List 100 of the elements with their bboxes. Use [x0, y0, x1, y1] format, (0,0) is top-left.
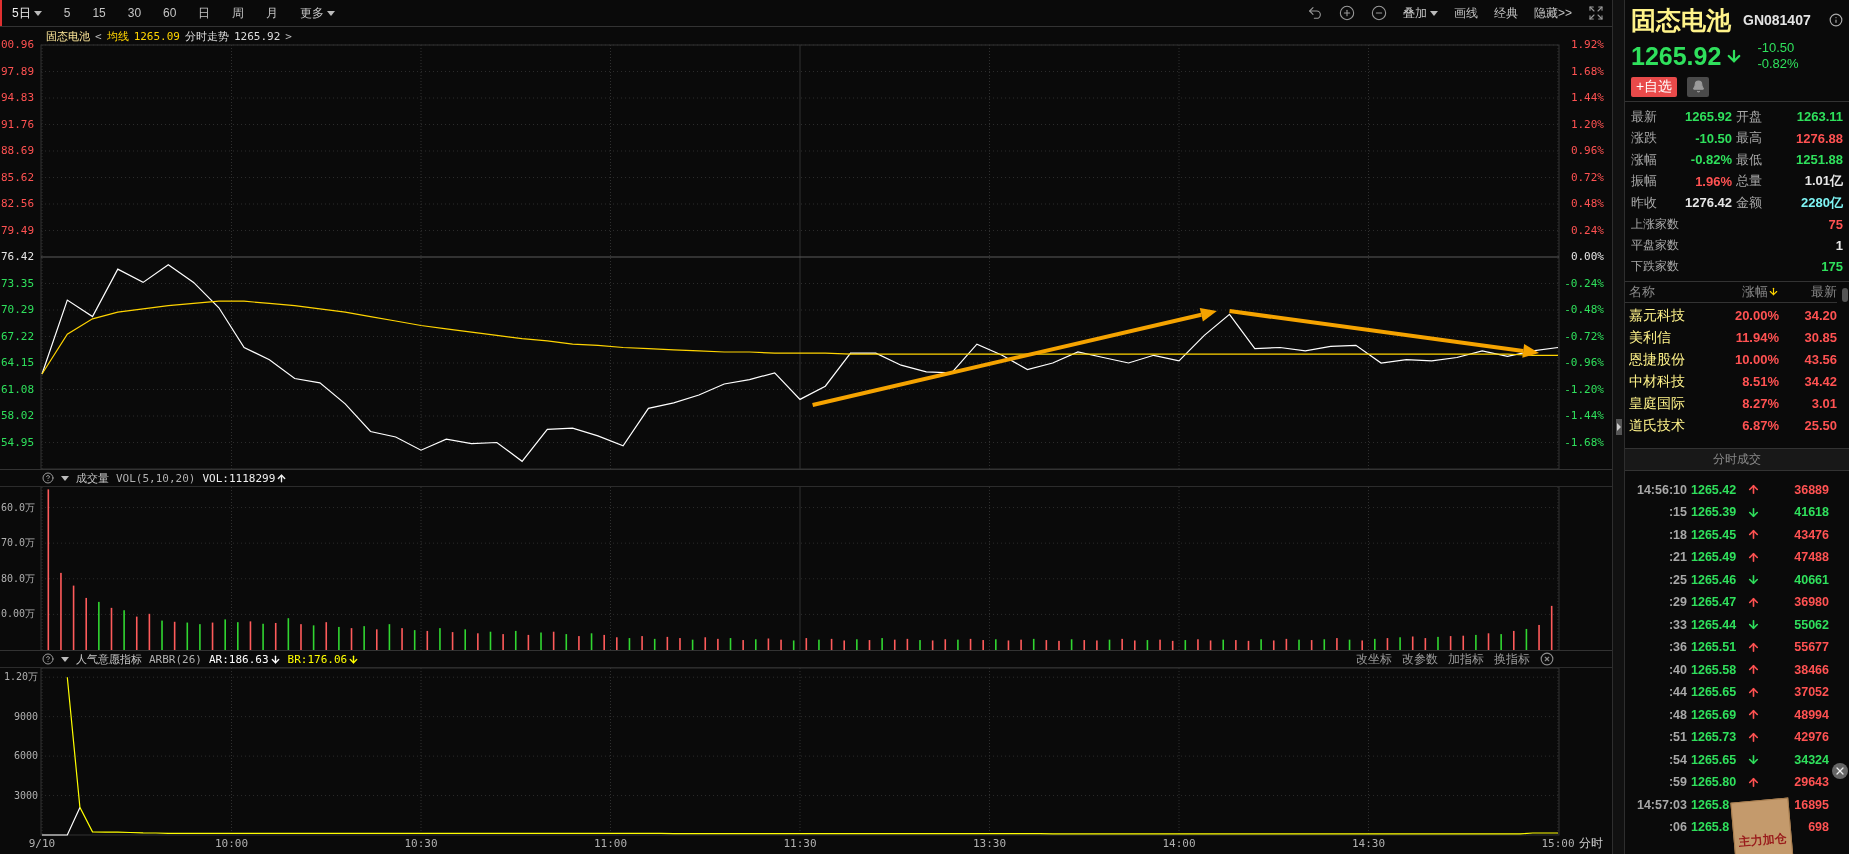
trade-price: 1265.51	[1691, 640, 1738, 655]
axis-label: 54.95	[1, 435, 35, 449]
trade-price: 1265.65	[1691, 685, 1738, 700]
table-cell-text: 30.85	[1803, 330, 1837, 345]
trade-price: 1265.73	[1691, 730, 1738, 745]
stat-label: 昨收	[1631, 193, 1658, 212]
trade-volume: 43476	[1793, 527, 1829, 542]
stat-value: 2280亿	[1800, 193, 1843, 212]
legend-label: 均线	[106, 28, 129, 44]
trade-time: :40	[1667, 662, 1688, 677]
axis-label: 1.20万	[3, 671, 38, 683]
trade-time: :44	[1667, 685, 1688, 700]
stat-label: 下跌家数	[1631, 257, 1679, 275]
time-label: 10:00	[214, 837, 249, 850]
stat-value: 1	[1835, 237, 1843, 253]
trade-volume: 34324	[1793, 752, 1829, 767]
axis-label: 1.92%	[1570, 38, 1604, 51]
trade-time: 14:56:10	[1635, 482, 1688, 497]
axis-label: 3000	[13, 789, 38, 801]
axis-label: 94.83	[1, 91, 35, 104]
indicator-params: VOL(5,10,20)	[116, 471, 196, 485]
trade-time: :18	[1667, 527, 1688, 542]
axis-label: 6000	[13, 750, 38, 762]
axis-label: 00.96	[1, 38, 35, 51]
legend-title: 固态电池	[46, 28, 90, 44]
axis-label: 91.76	[1, 117, 35, 131]
stat-label: 总量	[1736, 172, 1763, 191]
trade-volume: 36980	[1793, 595, 1829, 610]
stat-value: 1.01亿	[1803, 172, 1843, 191]
axis-label: 70.0万	[1, 537, 36, 549]
table-cell-text: 34.20	[1803, 308, 1837, 323]
trade-volume: 42976	[1793, 730, 1829, 745]
axis-label: 97.89	[1, 64, 35, 78]
stat-value: 1276.88	[1795, 130, 1843, 146]
trade-price: 1265.44	[1691, 617, 1738, 632]
stat-value: 75	[1828, 216, 1843, 232]
axis-label: 73.35	[1, 276, 35, 290]
trade-time: :29	[1667, 595, 1688, 610]
axis-label: 0.00万	[1, 608, 36, 620]
time-unit-label: 分时	[1579, 836, 1603, 850]
panel-title: 人气意愿指标	[76, 651, 142, 667]
trade-price: 1265.8	[1691, 820, 1731, 835]
indicator-reading: BR:176.06	[287, 652, 348, 666]
trade-time: :48	[1667, 707, 1688, 722]
stat-label: 最高	[1736, 129, 1763, 148]
axis-label: 0.72%	[1570, 170, 1604, 184]
axis-label: 58.02	[1, 409, 35, 422]
axis-label: -0.48%	[1564, 303, 1604, 316]
axis-label: 1.68%	[1570, 64, 1604, 78]
trade-price: 1265.45	[1691, 527, 1738, 542]
axis-label: 64.15	[1, 356, 35, 369]
table-cell-text: 10.00%	[1733, 352, 1779, 367]
trade-volume: 55062	[1793, 617, 1829, 632]
stat-label: 涨幅	[1631, 150, 1658, 169]
axis-label: 1.44%	[1570, 91, 1604, 104]
trade-volume: 55677	[1793, 640, 1829, 655]
table-cell-text: 8.27%	[1741, 396, 1779, 411]
time-label: 10:30	[404, 837, 438, 850]
stat-label: 上涨家数	[1631, 215, 1679, 233]
stat-value: -0.82%	[1689, 152, 1732, 168]
axis-label: 67.22	[1, 329, 35, 343]
trade-time: :54	[1667, 752, 1688, 767]
trade-volume: 41618	[1793, 505, 1829, 520]
axis-label: 79.49	[1, 223, 35, 237]
trade-time: :36	[1667, 640, 1688, 655]
stat-label: 最低	[1736, 150, 1763, 169]
time-label: 13:30	[972, 837, 1007, 850]
axis-label: 80.0万	[1, 572, 36, 584]
promo-text: 主力加仓	[1738, 829, 1788, 851]
table-cell-text: 8.51%	[1741, 374, 1779, 389]
axis-label: 1.20%	[1570, 117, 1604, 131]
trade-price: 1265.39	[1691, 505, 1738, 520]
trade-volume: 698	[1807, 820, 1829, 835]
time-label: 14:00	[1162, 837, 1196, 850]
axis-label: -0.96%	[1564, 356, 1604, 369]
stat-value: 1276.42	[1684, 195, 1732, 211]
indicator-reading: AR:186.63	[209, 652, 269, 666]
panel-title: 成交量	[76, 470, 109, 486]
stat-value: 1263.11	[1795, 109, 1843, 125]
trade-time: 14:57:03	[1635, 797, 1688, 812]
stat-label: 振幅	[1631, 172, 1658, 191]
trade-price: 1265.80	[1691, 775, 1738, 790]
stock-code: GN081407	[1743, 12, 1811, 28]
trade-price: 1265.58	[1691, 662, 1738, 677]
stat-label: 涨跌	[1631, 129, 1658, 148]
stat-value: 1265.92	[1684, 109, 1732, 125]
legend-value: 1265.92	[234, 29, 281, 43]
trade-time: :25	[1667, 572, 1688, 587]
axis-label: -0.24%	[1564, 276, 1604, 290]
trade-price: 1265.46	[1691, 572, 1738, 587]
table-cell-text: 20.00%	[1733, 308, 1779, 323]
trade-time: :21	[1667, 550, 1688, 565]
indicator-params: ARBR(26)	[149, 652, 202, 666]
axis-label: 82.56	[1, 197, 35, 210]
trade-volume: 40661	[1793, 572, 1829, 587]
axis-label: 0.48%	[1570, 197, 1604, 210]
time-label: 11:30	[783, 837, 817, 850]
axis-label: -1.44%	[1564, 409, 1604, 422]
trade-time: :59	[1667, 775, 1688, 790]
last-price: 1265.92	[1631, 41, 1722, 71]
